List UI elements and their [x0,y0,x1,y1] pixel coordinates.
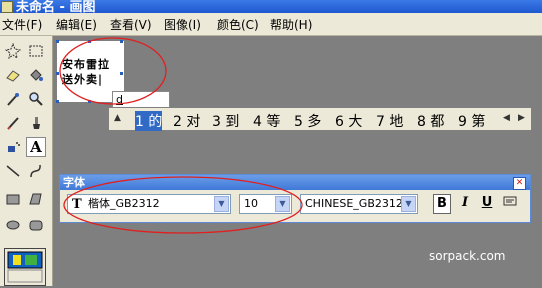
font-size-select[interactable]: 10 ▼ [239,194,292,214]
ime-candidate[interactable]: 3 到 [212,111,239,131]
ime-candidate[interactable]: 2 对 [173,111,200,131]
menu-help[interactable]: 帮助(H) [270,16,312,33]
italic-button[interactable]: I [456,194,474,214]
line-icon[interactable] [3,161,23,181]
menu-image[interactable]: 图像(I) [164,16,201,33]
pencil-icon[interactable] [3,113,23,133]
resize-handle[interactable] [56,40,59,43]
font-script-value: CHINESE_GB2312 [305,197,403,210]
ime-candidate[interactable]: 9 第 [458,111,485,131]
truetype-icon: T [72,197,82,212]
airbrush-icon[interactable] [3,137,23,157]
watermark: sorpack.com [429,249,506,263]
title-bar: 未命名 - 画图 [0,0,542,13]
font-script-select[interactable]: CHINESE_GB2312 ▼ [300,194,418,214]
window-title: 未命名 - 画图 [16,0,96,13]
ime-candidate[interactable]: 5 多 [294,111,321,131]
ime-candidate[interactable]: 1 的 [135,111,163,131]
ime-candidate[interactable]: 6 大 [335,111,362,131]
resize-handle[interactable] [120,72,123,75]
free-select-icon[interactable] [3,41,23,61]
ime-composition-text: d [116,93,123,106]
chevron-down-icon[interactable]: ▼ [275,196,290,212]
text-background-options[interactable] [4,248,46,286]
ellipse-icon[interactable] [3,215,23,235]
menu-view[interactable]: 查看(V) [110,16,152,33]
font-toolbar-title: 字体 [60,175,530,190]
page-up-icon[interactable]: ▲ [114,113,121,123]
text-tool-icon[interactable]: A [26,137,46,157]
font-name-value: 楷体_GB2312 [88,197,160,210]
resize-handle[interactable] [56,72,59,75]
canvas-text-box[interactable]: 安布雷拉 送外卖| [62,57,124,87]
curve-icon[interactable] [26,161,46,181]
ime-candidate[interactable]: 8 都 [417,111,444,131]
resize-handle[interactable] [88,100,91,103]
ime-composition-box: d [112,91,170,108]
bold-button[interactable]: B [433,194,451,214]
chevron-down-icon[interactable]: ▼ [214,196,229,212]
chevron-down-icon[interactable]: ▼ [401,196,416,212]
font-name-select[interactable]: T 楷体_GB2312 ▼ [67,194,231,214]
ime-candidate[interactable]: 7 地 [376,111,403,131]
ime-candidate-bar: ▲ 1 的 2 对 3 到 4 等 5 多 6 大 7 地 8 都 9 第 ◀ … [108,107,532,131]
polygon-icon[interactable] [26,189,46,209]
resize-handle[interactable] [56,100,59,103]
eraser-icon[interactable] [3,65,23,85]
fill-bucket-icon[interactable] [26,65,46,85]
menu-file[interactable]: 文件(F) [2,16,42,33]
canvas-text-line: 送外卖| [62,73,104,86]
color-picker-icon[interactable] [3,89,23,109]
vertical-text-icon[interactable] [501,194,519,214]
resize-handle[interactable] [120,40,123,43]
rectangle-icon[interactable] [3,189,23,209]
rounded-rect-icon[interactable] [26,215,46,235]
underline-button[interactable]: U [478,194,496,214]
page-next-icon[interactable]: ▶ [518,113,525,123]
page-prev-icon[interactable]: ◀ [503,113,510,123]
magnifier-icon[interactable] [26,89,46,109]
rect-select-icon[interactable] [26,41,46,61]
canvas-text-line: 安布雷拉 [62,58,110,71]
toolbox: A [0,36,53,286]
menu-colors[interactable]: 颜色(C) [217,16,259,33]
paint-app-icon [1,1,13,13]
ime-candidate[interactable]: 4 等 [253,111,280,131]
brush-icon[interactable] [26,113,46,133]
menu-bar: 文件(F) 编辑(E) 查看(V) 图像(I) 颜色(C) 帮助(H) [0,13,542,36]
font-size-value: 10 [244,197,258,210]
close-icon[interactable]: ✕ [513,177,526,190]
menu-edit[interactable]: 编辑(E) [56,16,97,33]
resize-handle[interactable] [88,40,91,43]
font-toolbar: 字体 ✕ T 楷体_GB2312 ▼ 10 ▼ CHINESE_GB2312 ▼… [59,174,531,223]
